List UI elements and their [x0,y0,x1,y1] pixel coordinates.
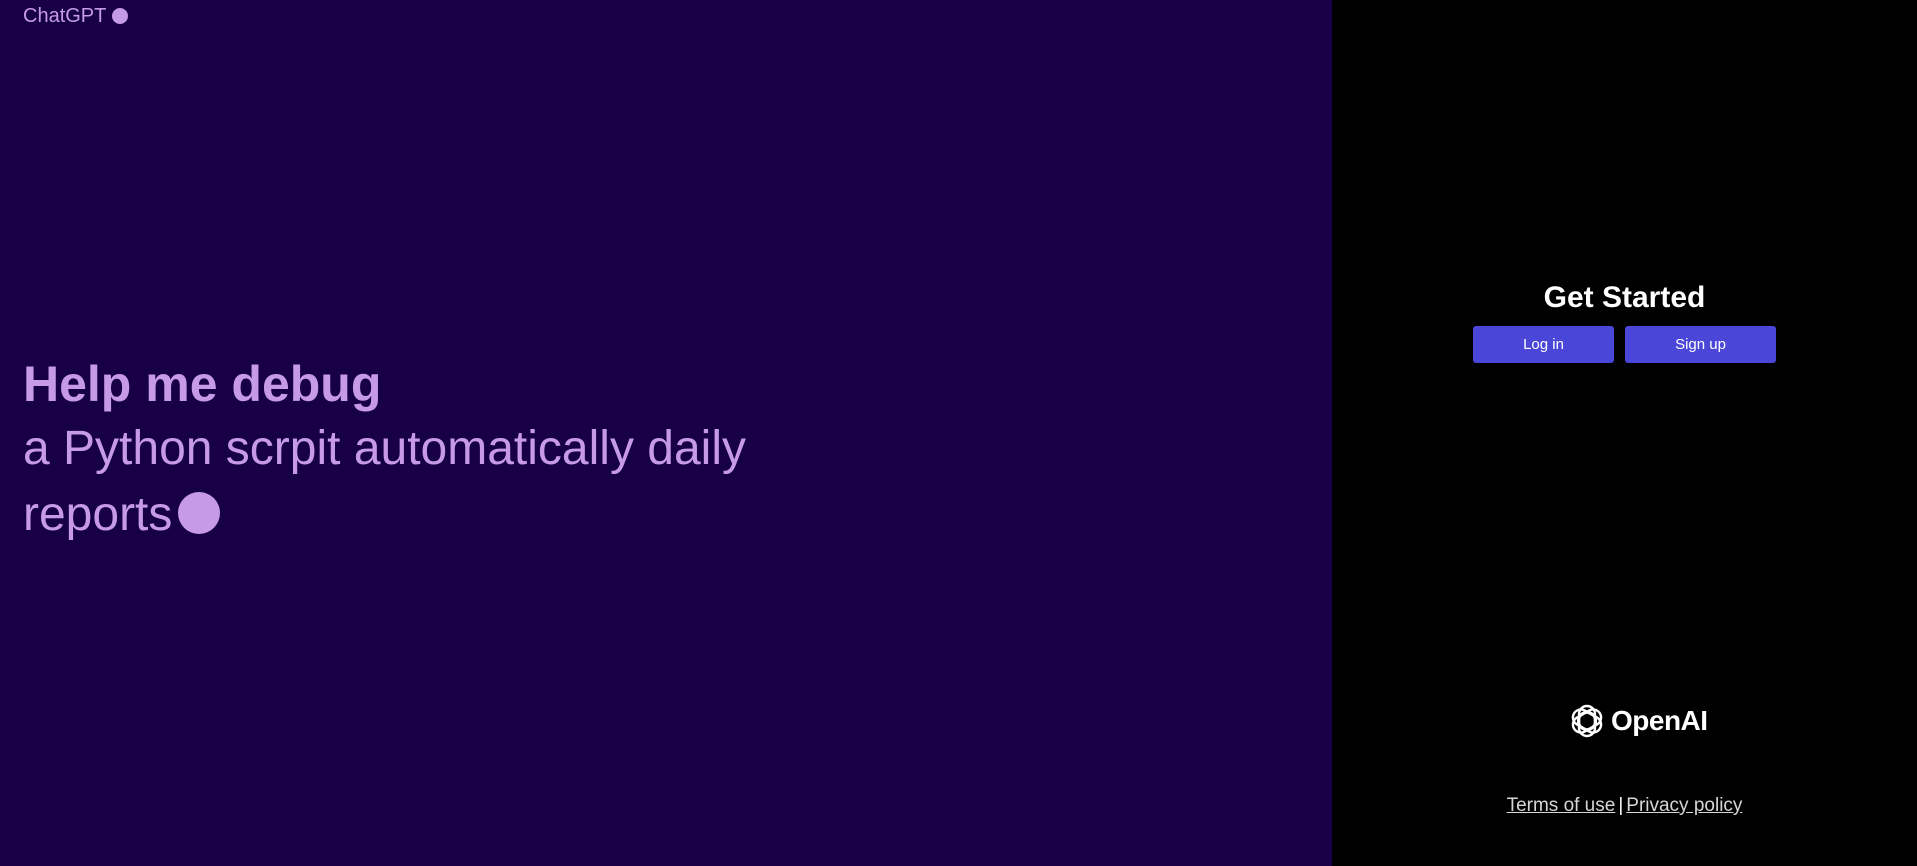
brand-dot-icon [112,8,129,24]
signup-button[interactable]: Sign up [1625,326,1776,363]
hero-text: Help me debug a Python scrpit automatica… [23,352,923,548]
hero-subtitle-line1: a Python scrpit automatically daily [23,422,746,475]
footer-links: Terms of use | Privacy policy [1332,795,1917,817]
login-button[interactable]: Log in [1473,326,1614,363]
hero-title: Help me debug [23,356,382,412]
hero-subtitle-line2: reports [23,482,923,548]
left-panel: ChatGPT Help me debug a Python scrpit au… [0,0,1332,866]
brand: ChatGPT [23,5,129,27]
typing-cursor-icon [178,492,221,534]
footer-separator: | [1618,795,1624,816]
openai-logo: OpenAI [1567,700,1708,742]
openai-wordmark: OpenAI [1611,705,1708,736]
get-started-title: Get Started [1543,281,1706,314]
auth-buttons: Log in Sign up [1332,326,1917,363]
terms-of-use-link[interactable]: Terms of use [1507,795,1616,816]
auth-section: Get Started Log in Sign up [1332,280,1917,363]
right-panel: Get Started Log in Sign up OpenAI Terms … [1332,0,1917,866]
openai-logo-icon [1567,701,1607,741]
hero-subtitle-line2-text: reports [23,488,173,541]
brand-name: ChatGPT [23,5,107,27]
privacy-policy-link[interactable]: Privacy policy [1626,795,1742,816]
